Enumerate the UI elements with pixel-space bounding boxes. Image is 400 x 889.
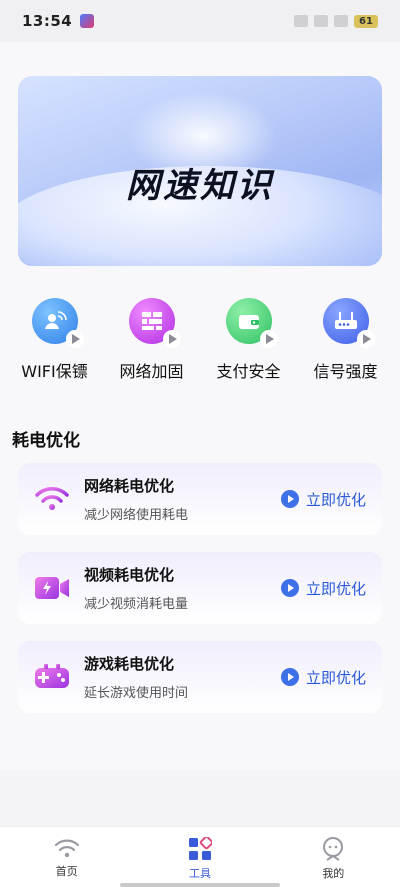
card-description: 减少视频消耗电量	[84, 597, 189, 612]
bottom-tab-bar: 首页 工具 我的	[0, 826, 400, 889]
tool-label: 信号强度	[313, 362, 378, 381]
tool-signal-strength[interactable]: 信号强度	[300, 298, 392, 398]
video-power-card[interactable]: 视频耗电优化 减少视频消耗电量 立即优化	[18, 552, 382, 624]
play-icon	[280, 490, 299, 508]
play-icon	[280, 668, 299, 686]
optimize-now-button[interactable]: 立即优化	[280, 578, 366, 599]
card-text: 游戏耗电优化 延长游戏使用时间	[84, 653, 188, 701]
tool-label: 网络加固	[119, 362, 184, 381]
play-icon	[356, 330, 375, 348]
status-time: 13:54	[22, 12, 73, 30]
card-description: 延长游戏使用时间	[84, 686, 189, 701]
tab-label: 我的	[322, 867, 345, 880]
banner[interactable]: 网速知识	[18, 76, 382, 266]
notification-icon	[294, 15, 308, 27]
optimize-now-button[interactable]: 立即优化	[280, 667, 366, 688]
status-indicators: 61	[294, 14, 378, 28]
wifi-guard-icon	[31, 298, 84, 348]
card-title: 网络耗电优化	[84, 477, 175, 495]
optimize-now-label: 立即优化	[305, 579, 366, 598]
gamepad-icon	[34, 659, 70, 695]
optimize-now-button[interactable]: 立即优化	[280, 489, 366, 510]
grid-icon	[188, 837, 212, 860]
optimize-now-label: 立即优化	[305, 490, 366, 509]
tab-tools[interactable]: 工具	[133, 827, 266, 889]
network-reinforce-icon	[128, 298, 181, 348]
play-icon	[162, 330, 181, 348]
network-power-card[interactable]: 网络耗电优化 减少网络使用耗电 立即优化	[18, 463, 382, 535]
tab-home[interactable]: 首页	[0, 827, 133, 889]
main-content: 网速知识 WIFI保镖 网络加固 支付安全 信号强度 耗电优化 网络耗电优化 减…	[0, 42, 400, 770]
play-icon	[280, 579, 299, 597]
tool-wifi-guard[interactable]: WIFI保镖	[9, 298, 101, 398]
play-icon	[65, 330, 84, 348]
card-title: 视频耗电优化	[84, 566, 175, 584]
status-bar: 13:54 61	[0, 0, 400, 42]
wifi-icon	[34, 481, 70, 517]
tool-label: WIFI保镖	[21, 362, 88, 381]
video-camera-icon	[34, 570, 70, 606]
wifi-status-icon	[334, 15, 348, 27]
face-icon	[323, 837, 344, 861]
app-notification-icon	[80, 14, 95, 28]
tool-label: 支付安全	[216, 362, 281, 381]
card-text: 网络耗电优化 减少网络使用耗电	[84, 475, 188, 523]
home-indicator[interactable]	[120, 883, 280, 887]
game-power-card[interactable]: 游戏耗电优化 延长游戏使用时间 立即优化	[18, 641, 382, 713]
wifi-icon	[54, 839, 79, 858]
tool-payment-security[interactable]: 支付安全	[203, 298, 295, 398]
battery-icon: 61	[354, 14, 378, 28]
tab-label: 首页	[55, 865, 78, 878]
card-description: 减少网络使用耗电	[84, 508, 189, 523]
play-icon	[259, 330, 278, 348]
tab-label: 工具	[188, 867, 211, 880]
tab-profile[interactable]: 我的	[267, 827, 400, 889]
section-title: 耗电优化	[12, 431, 80, 451]
wallet-icon	[225, 298, 278, 348]
signal-icon	[314, 15, 328, 27]
card-text: 视频耗电优化 减少视频消耗电量	[84, 564, 188, 612]
router-signal-icon	[322, 298, 375, 348]
tool-row: WIFI保镖 网络加固 支付安全 信号强度	[0, 298, 400, 398]
banner-title: 网速知识	[126, 166, 274, 206]
tool-network-reinforce[interactable]: 网络加固	[106, 298, 198, 398]
optimize-now-label: 立即优化	[305, 668, 366, 687]
card-title: 游戏耗电优化	[84, 655, 175, 673]
